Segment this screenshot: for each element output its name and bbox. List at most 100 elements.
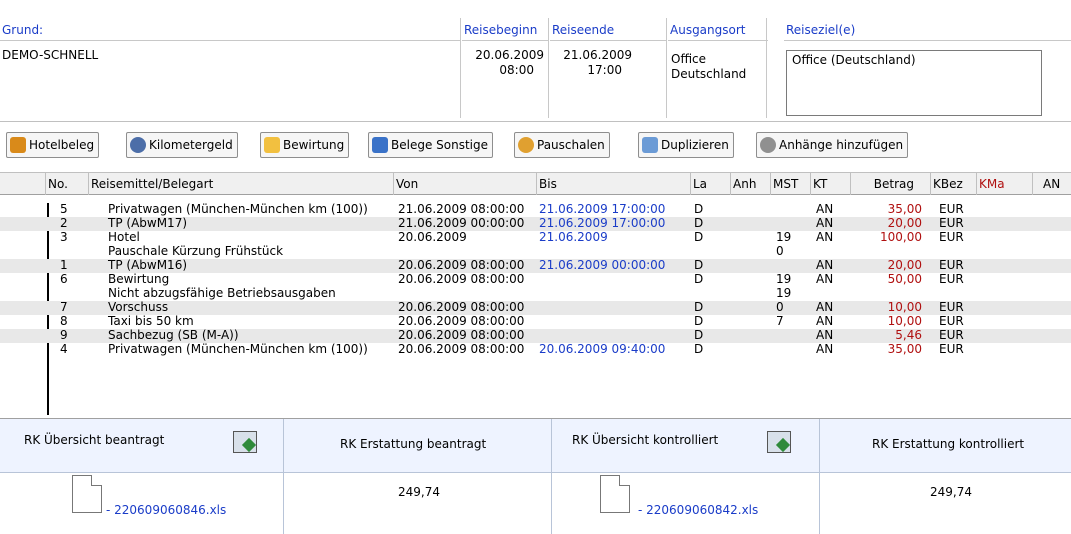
- row-selector-header: [0, 173, 46, 195]
- cell-belegart-sub: Nicht abzugsfähige Betriebsausgaben: [108, 286, 336, 300]
- ausgangsort-label: Ausgangsort: [668, 19, 768, 41]
- cell-betrag: 50,00: [887, 272, 922, 286]
- cell-belegart: Hotel: [108, 230, 140, 244]
- cell-kt: AN: [816, 300, 834, 314]
- cell-bis: 21.06.2009: [539, 230, 608, 244]
- table-row[interactable]: 4 Privatwagen (München-München km (100)) 2…: [0, 343, 1071, 357]
- file-icon[interactable]: [72, 475, 102, 513]
- table-row[interactable]: 6 Bewirtung 20.06.2009 08:00:00 D 19 AN 50,00 E…: [0, 273, 1071, 301]
- anhaenge-label: Anhänge hinzufügen: [779, 138, 904, 152]
- kilometergeld-label: Kilometergeld: [149, 138, 233, 152]
- ausgangsort-line2[interactable]: Deutschland: [671, 67, 746, 82]
- col-betrag[interactable]: Betrag: [851, 173, 931, 195]
- cell-kbez: EUR: [939, 328, 964, 342]
- table-row[interactable]: 7 Vorschuss 20.06.2009 08:00:00 D 0 AN 10,00 EU…: [0, 301, 1071, 315]
- summary-footer: RK Übersicht beantragt - 220609060846.xl…: [0, 418, 1071, 534]
- cell-belegart: Privatwagen (München-München km (100)): [108, 202, 368, 216]
- cell-kbez: EUR: [939, 202, 964, 216]
- cell-bis: 21.06.2009 17:00:00: [539, 202, 666, 216]
- reiseende-date[interactable]: 21.06.2009: [552, 48, 632, 63]
- excel-export-icon[interactable]: [767, 431, 791, 453]
- cell-no: 6: [60, 272, 68, 286]
- cell-la: D: [694, 258, 704, 272]
- table-row[interactable]: 3 Hotel 20.06.2009 21.06.2009 D 19 AN 100,00 EUR…: [0, 231, 1071, 259]
- cell-la: D: [694, 328, 704, 342]
- col-no[interactable]: No.: [46, 173, 89, 195]
- panel-uebersicht-kontrolliert-body: - 220609060842.xls: [552, 472, 820, 534]
- col-an[interactable]: AN: [1033, 173, 1071, 195]
- cell-von: 20.06.2009 08:00:00: [398, 314, 525, 328]
- panel4-title: RK Erstattung kontrolliert: [872, 437, 1025, 451]
- cell-mst: 19: [776, 272, 792, 286]
- ausgangsort-line1[interactable]: Office: [671, 52, 746, 67]
- duplizieren-button[interactable]: Duplizieren: [638, 132, 734, 158]
- cell-von: 20.06.2009 08:00:00: [398, 272, 525, 286]
- pauschalen-button[interactable]: Pauschalen: [514, 132, 610, 158]
- excel-export-icon[interactable]: [233, 431, 257, 453]
- cell-belegart-sub: Pauschale Kürzung Frühstück: [108, 244, 284, 258]
- cell-no: 3: [60, 230, 68, 244]
- copy-icon: [642, 137, 658, 153]
- cell-mst-2: 19: [776, 286, 792, 300]
- cell-kbez: EUR: [939, 314, 964, 328]
- col-kma[interactable]: KMa: [977, 173, 1033, 195]
- document-icon: [372, 137, 388, 153]
- table-row[interactable]: 5 Privatwagen (München-München km (100)) 2…: [0, 203, 1071, 217]
- col-kbez[interactable]: KBez: [931, 173, 977, 195]
- cell-von: 20.06.2009 08:00:00: [398, 258, 525, 272]
- panel-erstattung-kontrolliert-header: RK Erstattung kontrolliert: [820, 419, 1071, 472]
- hotelbeleg-button[interactable]: Hotelbeleg: [6, 132, 100, 158]
- file-icon[interactable]: [600, 475, 630, 513]
- col-belegart[interactable]: Reisemittel/Belegart: [89, 173, 394, 195]
- table-row[interactable]: 1 TP (AbwM16) 20.06.2009 08:00:00 21.06.200…: [0, 259, 1071, 273]
- col-von[interactable]: Von: [394, 173, 537, 195]
- bewirtung-button[interactable]: Bewirtung: [260, 132, 350, 158]
- panel-uebersicht-beantragt-header: RK Übersicht beantragt: [0, 419, 284, 472]
- cell-no: 8: [60, 314, 68, 328]
- reisebeginn-date[interactable]: 20.06.2009: [464, 48, 544, 63]
- reiseende-time[interactable]: 17:00: [552, 63, 632, 78]
- cell-betrag: 10,00: [887, 300, 922, 314]
- cell-la: D: [694, 314, 704, 328]
- reiseziel-box[interactable]: Office (Deutschland): [786, 50, 1042, 116]
- cell-kt: AN: [816, 258, 834, 272]
- grund-value[interactable]: DEMO-SCHNELL: [2, 48, 98, 63]
- cell-betrag: 35,00: [887, 202, 922, 216]
- cell-belegart: TP (AbwM17): [108, 216, 188, 230]
- panel3-title: RK Übersicht kontrolliert: [572, 433, 719, 447]
- grid-header: No. Reisemittel/Belegart Von Bis La Anh …: [0, 173, 1071, 195]
- cell-kbez: EUR: [939, 258, 964, 272]
- panel3-file-link[interactable]: - 220609060842.xls: [638, 503, 758, 517]
- house-icon: [10, 137, 26, 153]
- cell-betrag: 5,46: [895, 328, 922, 342]
- cell-belegart: Sachbezug (SB (M-A)): [108, 328, 239, 342]
- cell-kt: AN: [816, 314, 834, 328]
- anhaenge-button[interactable]: Anhänge hinzufügen: [756, 132, 909, 158]
- reisebeginn-time[interactable]: 08:00: [464, 63, 544, 78]
- belege-sonstige-button[interactable]: Belege Sonstige: [368, 132, 494, 158]
- panel-erstattung-beantragt-body: 249,74: [284, 472, 552, 534]
- pauschalen-label: Pauschalen: [537, 138, 605, 152]
- cell-no: 7: [60, 300, 68, 314]
- table-row[interactable]: 2 TP (AbwM17) 21.06.2009 00:00:00 21.06.200…: [0, 217, 1071, 231]
- cell-kt: AN: [816, 272, 834, 286]
- col-mst[interactable]: MST: [771, 173, 811, 195]
- cell-kbez: EUR: [939, 300, 964, 314]
- cell-betrag: 20,00: [887, 216, 922, 230]
- col-la[interactable]: La: [691, 173, 731, 195]
- panel1-file-link[interactable]: - 220609060846.xls: [106, 503, 226, 517]
- table-row[interactable]: 8 Taxi bis 50 km 20.06.2009 08:00:00 D 7 AN 10…: [0, 315, 1071, 329]
- table-row[interactable]: 9 Sachbezug (SB (M-A)) 20.06.2009 08:00:00…: [0, 329, 1071, 343]
- col-anh[interactable]: Anh: [731, 173, 771, 195]
- kilometergeld-button[interactable]: Kilometergeld: [126, 132, 238, 158]
- cell-kt: AN: [816, 202, 834, 216]
- col-kt[interactable]: KT: [811, 173, 851, 195]
- cell-kt: AN: [816, 230, 834, 244]
- cell-belegart: Bewirtung: [108, 272, 170, 286]
- cell-kt: AN: [816, 342, 834, 356]
- panel-uebersicht-beantragt-body: - 220609060846.xls: [0, 472, 284, 534]
- cell-betrag: 35,00: [887, 342, 922, 356]
- col-bis[interactable]: Bis: [537, 173, 691, 195]
- cake-icon: [264, 137, 280, 153]
- receipt-grid: No. Reisemittel/Belegart Von Bis La Anh …: [0, 173, 1071, 418]
